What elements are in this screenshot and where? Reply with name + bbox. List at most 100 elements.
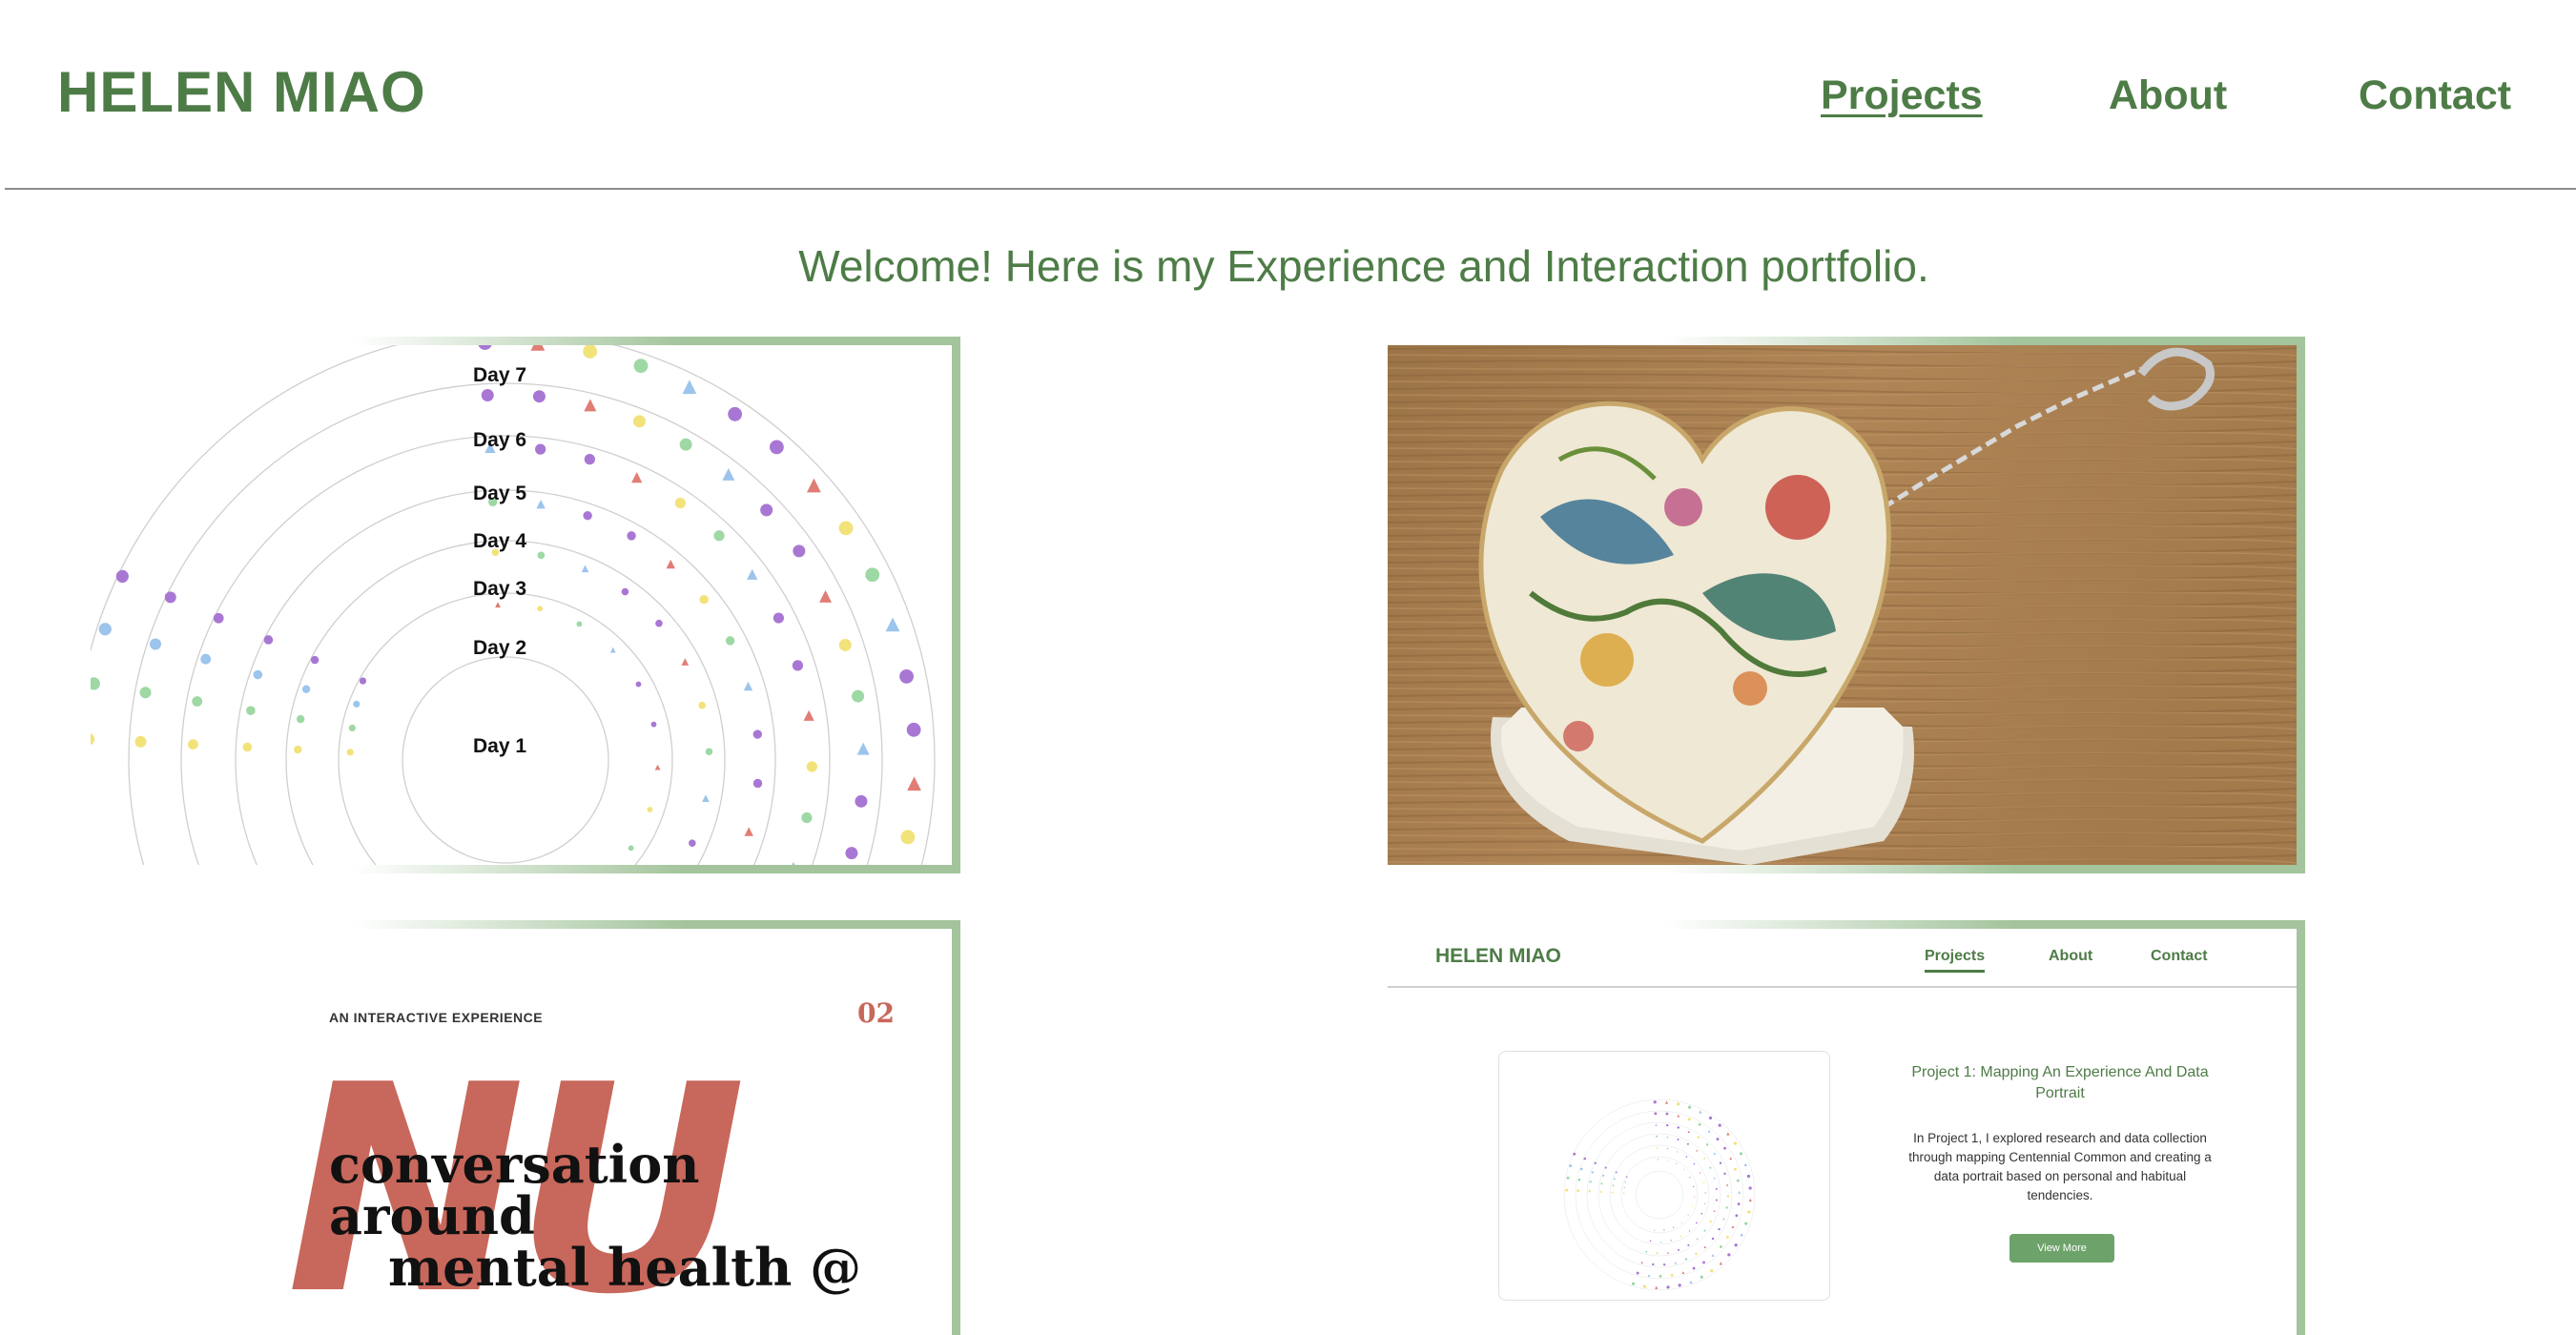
triangle-mark — [1707, 1129, 1711, 1133]
dot-mark — [1588, 1190, 1591, 1193]
dot-mark — [478, 345, 492, 350]
frame-top — [1662, 920, 2305, 929]
triangle-mark — [1687, 1130, 1691, 1133]
dot-mark — [294, 745, 302, 754]
dot-mark — [852, 689, 865, 703]
dot-mark — [98, 623, 112, 636]
triangle-mark — [819, 589, 833, 603]
dot-mark — [1726, 1235, 1729, 1239]
data-portrait-thumbnail: Day 7 Day 6 Day 5 Day 4 Day 3 Day 2 Day 1 — [91, 345, 952, 865]
dot-mark — [1645, 1250, 1648, 1253]
dot-mark — [1662, 1263, 1666, 1266]
dot-mark — [1689, 1177, 1691, 1179]
dot-mark — [793, 544, 806, 558]
dot-mark — [1693, 1185, 1695, 1188]
triangle-mark — [1696, 1149, 1699, 1152]
nav-about[interactable]: About — [2109, 72, 2227, 119]
dot-mark — [1666, 1147, 1669, 1150]
day-label: Day 6 — [473, 429, 526, 451]
dot-mark — [1656, 1252, 1659, 1255]
dot-mark — [1705, 1143, 1709, 1146]
triangle-mark — [1729, 1157, 1733, 1160]
dot-mark — [1746, 1174, 1751, 1179]
frame-top — [351, 920, 960, 929]
dot-mark — [1684, 1258, 1688, 1261]
dot-mark — [1703, 1157, 1706, 1160]
dot-mark — [1726, 1195, 1730, 1198]
frame-right — [2297, 337, 2305, 873]
dot-mark — [1656, 1146, 1659, 1149]
triangle-mark — [907, 776, 921, 791]
triangle-mark — [747, 568, 758, 580]
triangle-mark — [654, 764, 661, 770]
triangle-mark — [1640, 1261, 1643, 1264]
dot-mark — [906, 722, 921, 737]
project-card-heart-box[interactable] — [1388, 337, 2305, 873]
dot-mark — [769, 440, 784, 455]
dot-mark — [1636, 1271, 1639, 1275]
dot-mark — [1680, 1235, 1682, 1238]
dot-mark — [806, 761, 817, 772]
frame-bottom — [1662, 865, 2305, 873]
dot-mark — [213, 612, 224, 624]
dot-mark — [1591, 1171, 1594, 1174]
dot-mark — [1739, 1152, 1743, 1156]
triangle-mark — [702, 794, 710, 803]
main-nav: Projects About Contact — [0, 72, 2576, 130]
dot-mark — [838, 521, 854, 536]
triangle-mark — [722, 467, 735, 481]
preview-logo: HELEN MIAO — [1435, 945, 1561, 967]
dot-mark — [134, 735, 147, 748]
dot-mark — [346, 749, 354, 756]
dot-mark — [1659, 1274, 1662, 1278]
dot-mark — [1686, 1142, 1689, 1145]
dot-mark — [752, 778, 763, 789]
triangle-mark — [666, 559, 675, 569]
dot-mark — [1577, 1178, 1581, 1181]
dot-mark — [1583, 1157, 1587, 1160]
triangle-mark — [1674, 1262, 1678, 1264]
project-card-site-preview[interactable]: HELEN MIAO Projects About Contact Projec… — [1388, 920, 2305, 1335]
dot-mark — [583, 345, 598, 359]
dot-mark — [310, 655, 319, 665]
dot-mark — [1665, 1112, 1669, 1116]
project-card-nu-experience[interactable]: AN INTERACTIVE EXPERIENCE 02 NU conversa… — [91, 920, 960, 1335]
project-card-data-portrait[interactable]: Day 7 Day 6 Day 5 Day 4 Day 3 Day 2 Day 1 — [91, 337, 960, 873]
triangle-mark — [631, 472, 643, 483]
triangle-mark — [581, 565, 589, 573]
arc-ring — [128, 382, 883, 865]
dot-mark — [1698, 1122, 1701, 1126]
day-label: Day 4 — [473, 530, 526, 552]
dot-mark — [1719, 1161, 1722, 1164]
nav-projects[interactable]: Projects — [1821, 72, 1983, 119]
frame-right — [952, 920, 960, 1335]
dot-mark — [1748, 1186, 1752, 1190]
dot-mark — [1696, 1222, 1698, 1224]
dot-mark — [635, 681, 642, 688]
dot-mark — [1723, 1172, 1726, 1176]
dot-mark — [650, 721, 657, 728]
dot-mark — [1677, 1102, 1680, 1106]
dot-mark — [1734, 1243, 1738, 1247]
arc-ring — [1620, 1156, 1699, 1234]
preview-view-more-button[interactable]: View More — [2009, 1234, 2114, 1263]
dot-mark — [865, 567, 880, 583]
triangle-mark — [1666, 1136, 1669, 1139]
dot-mark — [1715, 1199, 1718, 1202]
dot-mark — [1602, 1174, 1605, 1177]
arc-ring — [1609, 1144, 1710, 1245]
dot-mark — [91, 732, 95, 746]
arc-ring — [91, 345, 936, 865]
triangle-mark — [1699, 1171, 1701, 1174]
dot-mark — [628, 845, 634, 852]
triangle-mark — [1713, 1209, 1716, 1213]
triangle-mark — [856, 742, 870, 755]
dot-mark — [1715, 1187, 1718, 1190]
dot-mark — [1727, 1253, 1731, 1257]
triangle-mark — [1681, 1271, 1685, 1274]
triangle-mark — [1711, 1253, 1715, 1257]
arc-ring — [1575, 1110, 1744, 1280]
nav-contact[interactable]: Contact — [2359, 72, 2511, 119]
nu-headline-line-2: mental health @ — [388, 1237, 862, 1298]
triangle-mark — [1688, 1229, 1691, 1232]
